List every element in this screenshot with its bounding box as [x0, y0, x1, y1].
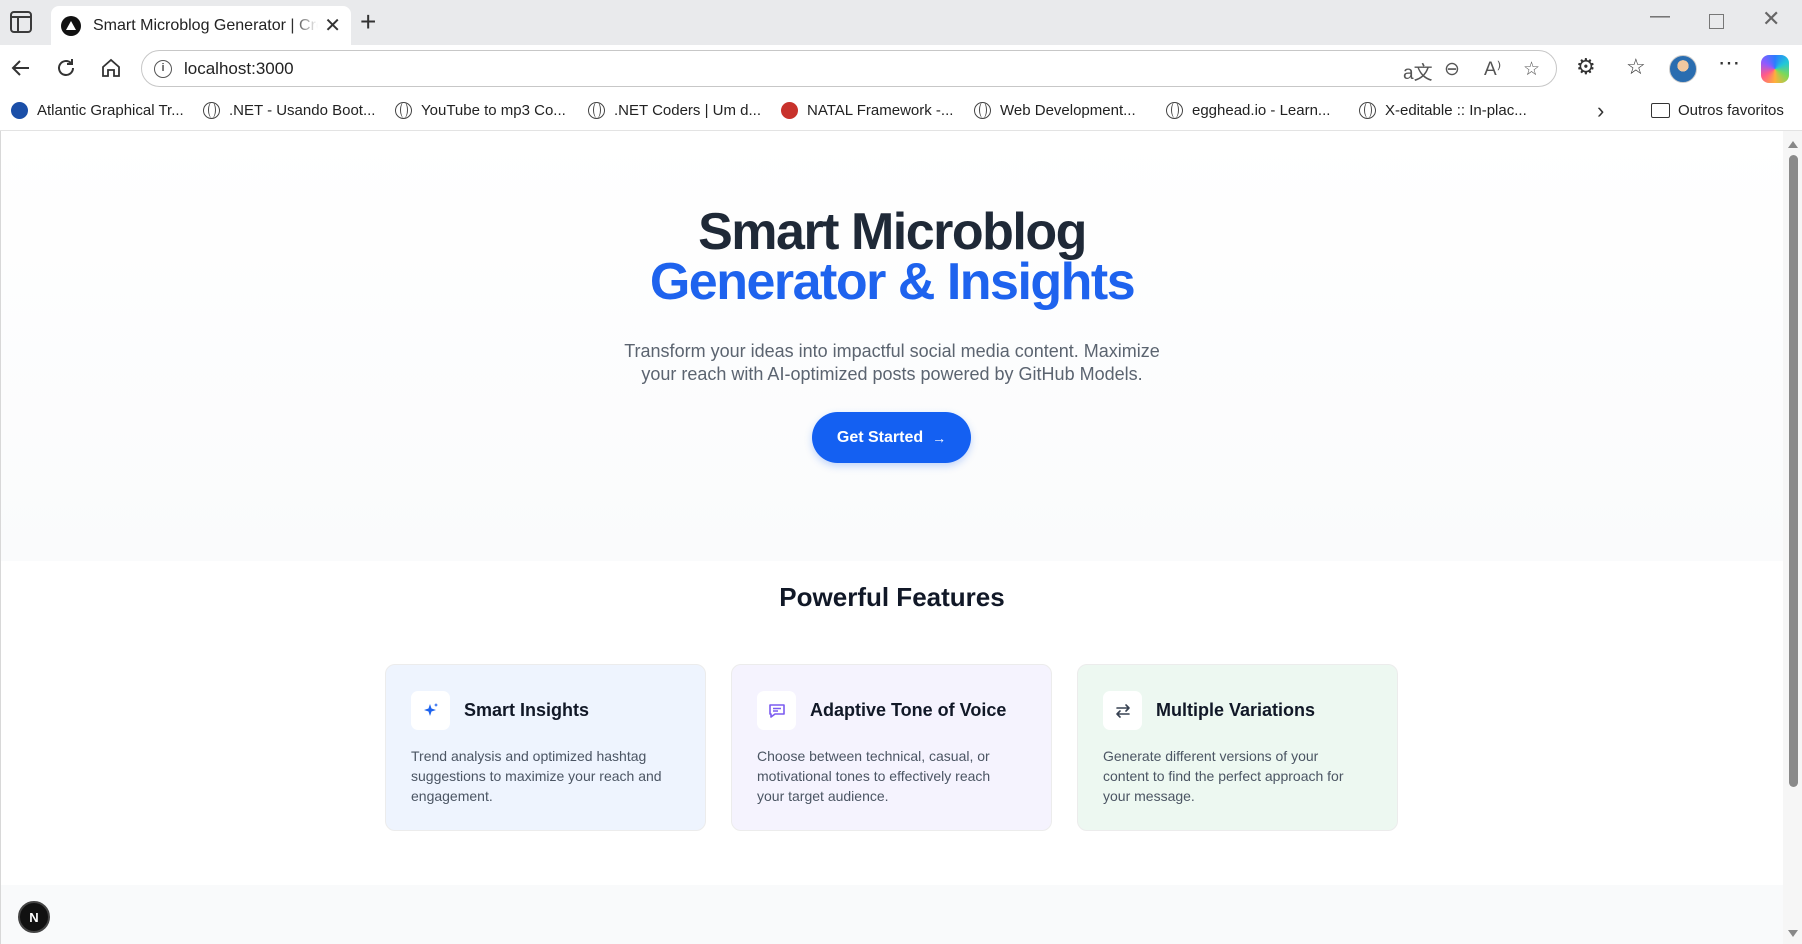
vertical-tabs-icon[interactable] — [10, 11, 32, 33]
toolbar: i localhost:3000 a文 ⊖ A⁾ ☆ ⚙ ☆ ⋯ — [0, 45, 1802, 92]
feature-description-line: content to find the perfect approach for — [1103, 768, 1344, 784]
favorites-icon[interactable]: ☆ — [1626, 56, 1646, 78]
feature-card-smart-insights: Smart Insights Trend analysis and optimi… — [385, 664, 706, 831]
arrow-right-icon: → — [932, 429, 947, 446]
feature-description: Trend analysis and optimized hashtag sug… — [411, 746, 680, 806]
scrollbar-thumb[interactable] — [1789, 155, 1798, 787]
globe-icon — [974, 102, 991, 119]
swap-arrows-icon — [1103, 691, 1142, 730]
feature-title: Adaptive Tone of Voice — [810, 700, 1007, 720]
feature-description-line: motivational tones to effectively reach — [757, 768, 991, 784]
scroll-down-icon[interactable] — [1788, 930, 1798, 937]
hero-title-accent: Generator & Insights — [649, 253, 1136, 311]
feature-description-line: engagement. — [411, 788, 493, 804]
features-heading: Powerful Features — [779, 582, 1005, 612]
noaa-icon — [11, 102, 28, 119]
natal-icon — [781, 102, 798, 119]
zoom-out-icon[interactable]: ⊖ — [1444, 58, 1460, 81]
globe-icon — [395, 102, 412, 119]
bookmark-item[interactable]: Atlantic Graphical Tr... — [11, 102, 184, 119]
new-tab-icon[interactable]: + — [360, 8, 376, 36]
bookmark-label: X-editable :: In-plac... — [1385, 102, 1527, 119]
hero-subtitle-line: Transform your ideas into impactful soci… — [624, 341, 1160, 361]
copilot-icon[interactable] — [1761, 55, 1789, 83]
globe-icon — [1359, 102, 1376, 119]
home-icon[interactable] — [96, 53, 126, 83]
bookmark-item[interactable]: egghead.io - Learn... — [1166, 102, 1330, 119]
minimize-icon[interactable]: — — [1650, 6, 1670, 26]
feature-description-line: Trend analysis and optimized hashtag — [411, 748, 647, 764]
maximize-icon[interactable] — [1709, 14, 1724, 29]
bookmark-label: Atlantic Graphical Tr... — [37, 102, 184, 119]
bookmarks-bar: Atlantic Graphical Tr... .NET - Usando B… — [0, 92, 1802, 131]
bookmark-label: Web Development... — [1000, 102, 1136, 119]
feature-description-line: your message. — [1103, 788, 1195, 804]
bookmark-item[interactable]: .NET Coders | Um d... — [588, 102, 761, 119]
address-bar[interactable]: i localhost:3000 a文 ⊖ A⁾ ☆ — [141, 50, 1557, 87]
page-viewport: Smart Microblog Generator & Insights Tra… — [0, 131, 1802, 944]
bookmark-label: egghead.io - Learn... — [1192, 102, 1331, 119]
folder-icon — [1651, 103, 1670, 118]
scroll-up-icon[interactable] — [1788, 141, 1798, 148]
feature-description-line: Generate different versions of your — [1103, 748, 1319, 764]
nextjs-dev-indicator-icon[interactable]: N — [18, 901, 50, 933]
egghead-icon — [1166, 102, 1183, 119]
read-aloud-icon[interactable]: A⁾ — [1484, 58, 1501, 81]
bookmark-item[interactable]: Web Development... — [974, 102, 1136, 119]
more-menu-icon[interactable]: ⋯ — [1718, 52, 1740, 74]
bookmark-label: .NET Coders | Um d... — [614, 102, 761, 119]
bookmark-item[interactable]: .NET - Usando Boot... — [203, 102, 375, 119]
site-info-icon[interactable]: i — [154, 60, 172, 78]
message-icon — [757, 691, 796, 730]
translate-icon[interactable]: a文 — [1403, 58, 1433, 85]
bookmark-label: .NET - Usando Boot... — [229, 102, 376, 119]
tab-title: Smart Microblog Generator | Create — [93, 16, 318, 34]
bookmark-item[interactable]: NATAL Framework -... — [781, 102, 953, 119]
tab-strip: Smart Microblog Generator | Create ✕ + —… — [0, 0, 1802, 45]
hero-subtitle-line: your reach with AI-optimized posts power… — [641, 364, 1143, 384]
feature-description-line: Choose between technical, casual, or — [757, 748, 990, 764]
feature-description-line: your target audience. — [757, 788, 889, 804]
vertical-scrollbar[interactable] — [1783, 131, 1802, 944]
bookmark-label: NATAL Framework -... — [807, 102, 954, 119]
feature-description-line: suggestions to maximize your reach and — [411, 768, 662, 784]
bookmark-item[interactable]: YouTube to mp3 Co... — [395, 102, 566, 119]
close-window-icon[interactable]: ✕ — [1762, 8, 1780, 30]
sparkles-icon — [411, 691, 450, 730]
favorite-star-icon[interactable]: ☆ — [1523, 58, 1540, 81]
profile-avatar[interactable] — [1669, 55, 1697, 83]
feature-card-adaptive-tone: Adaptive Tone of Voice Choose between te… — [731, 664, 1052, 831]
feature-title: Multiple Variations — [1156, 700, 1316, 720]
feature-description: Generate different versions of your cont… — [1103, 746, 1372, 806]
hero-title: Smart Microblog — [698, 203, 1087, 261]
hero-subtitle: Transform your ideas into impactful soci… — [1, 340, 1783, 386]
active-tab[interactable]: Smart Microblog Generator | Create ✕ — [51, 6, 351, 45]
bookmark-label: YouTube to mp3 Co... — [421, 102, 566, 119]
globe-icon — [203, 102, 220, 119]
feature-title: Smart Insights — [464, 700, 590, 720]
get-started-label: Get Started — [836, 428, 924, 446]
chevron-right-icon[interactable]: › — [1597, 98, 1604, 124]
other-favorites-label: Outros favoritos — [1678, 102, 1784, 119]
feature-card-multiple-variations: Multiple Variations Generate different v… — [1077, 664, 1398, 831]
feature-description: Choose between technical, casual, or mot… — [757, 746, 1026, 806]
globe-icon — [588, 102, 605, 119]
bookmark-item[interactable]: X-editable :: In-plac... — [1359, 102, 1527, 119]
url-text[interactable]: localhost:3000 — [184, 59, 294, 79]
hero-section: Smart Microblog Generator & Insights Tra… — [1, 131, 1783, 561]
reload-icon[interactable] — [51, 53, 81, 83]
back-arrow-icon[interactable] — [6, 53, 36, 83]
extensions-icon[interactable]: ⚙ — [1576, 56, 1596, 78]
other-favorites-folder[interactable]: Outros favoritos — [1651, 102, 1784, 119]
get-started-button[interactable]: Get Started → — [812, 412, 971, 463]
next-section-band — [1, 885, 1783, 944]
close-tab-icon[interactable]: ✕ — [324, 16, 341, 36]
nextjs-favicon-icon — [61, 15, 81, 36]
